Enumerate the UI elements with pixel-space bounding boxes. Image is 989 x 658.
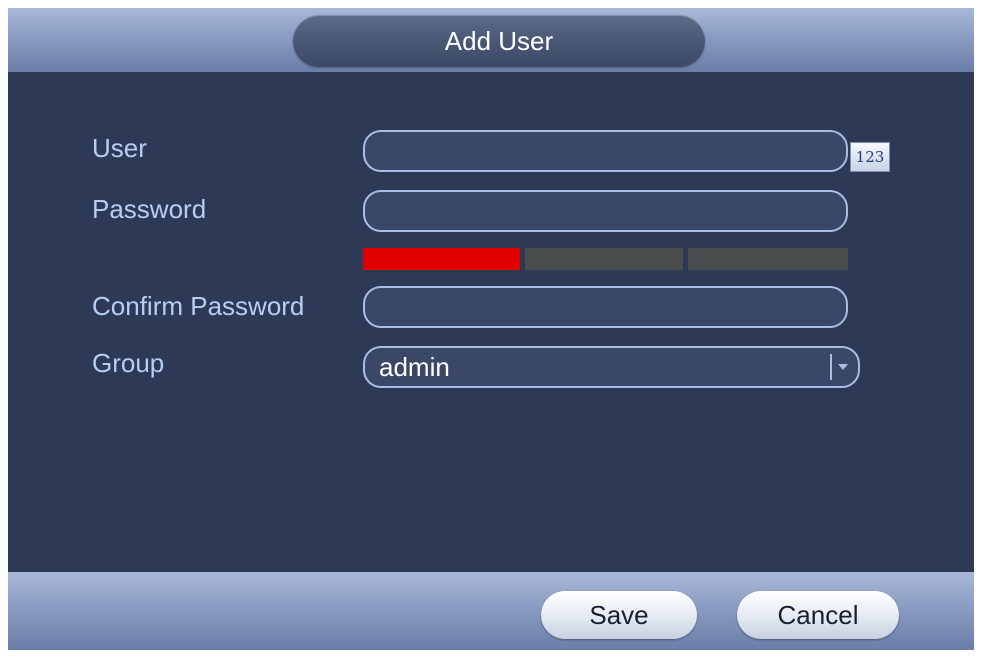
group-select[interactable]: admin [363,346,860,388]
password-strength-meter [363,248,848,270]
keyboard-button[interactable]: 123 [850,142,890,172]
group-label: Group [92,348,165,378]
password-input[interactable] [363,190,848,232]
user-label: User [92,133,147,163]
save-button[interactable]: Save [541,591,697,639]
user-input[interactable] [363,130,848,172]
title-bar: Add User [8,8,974,72]
strength-segment-weak [363,248,520,270]
confirm-password-input[interactable] [363,286,848,328]
group-select-value: admin [379,352,450,382]
add-user-dialog: Add User User 123 Password Confirm Passw… [8,8,974,650]
strength-segment-medium [525,248,683,270]
footer-bar: Save Cancel [8,572,974,650]
chevron-down-icon[interactable] [830,354,850,380]
dialog-title: Add User [293,15,705,67]
password-label: Password [92,194,207,224]
cancel-button[interactable]: Cancel [737,591,899,639]
confirm-password-label: Confirm Password [92,291,305,321]
strength-segment-strong [688,248,848,270]
